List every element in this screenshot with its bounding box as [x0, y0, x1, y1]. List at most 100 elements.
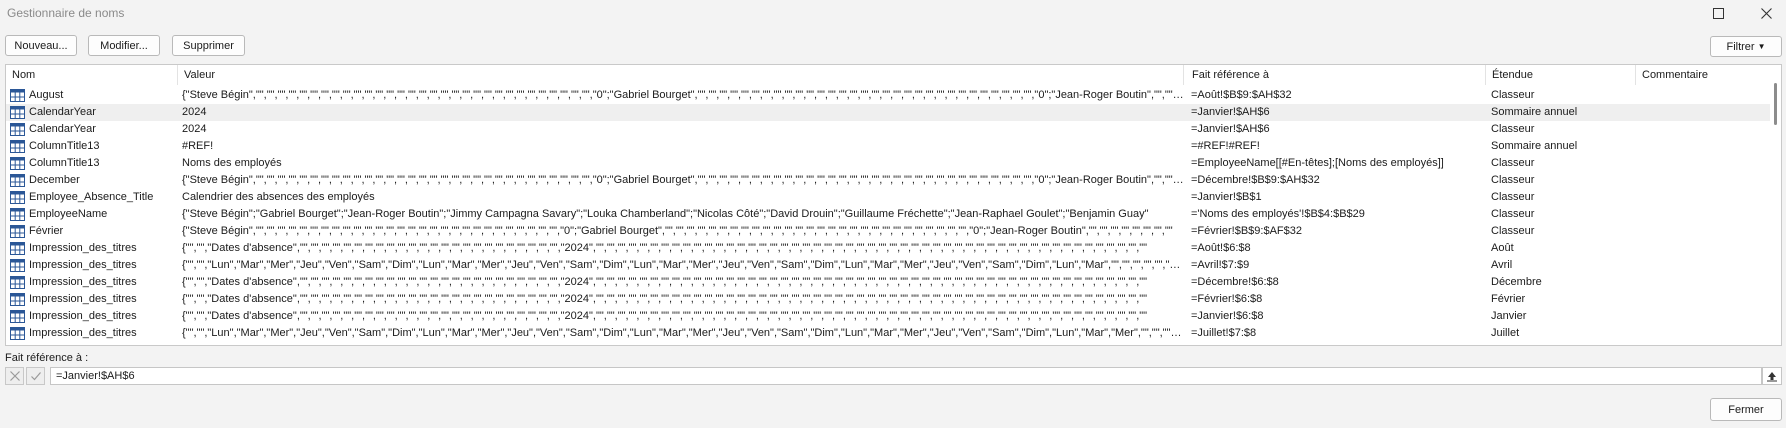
checkmark-icon[interactable] [26, 367, 45, 385]
table-row[interactable]: Impression_des_titres {"","","Dates d'abs… [6, 274, 1770, 291]
refers-to-cell: =Avril!$7:$9 [1191, 259, 1250, 271]
table-row[interactable]: ColumnTitle13 #REF! =#REF!#REF! Sommaire an… [6, 138, 1770, 155]
refers-to-cell: =EmployeeName[[#En-têtes];[Noms des empl… [1191, 157, 1444, 169]
caret-down-icon: ▼ [1757, 42, 1766, 51]
table-row[interactable]: Impression_des_titres {"","","Dates d'abs… [6, 240, 1770, 257]
names-list[interactable]: Nom Valeur Fait référence à Étendue Comm… [5, 64, 1782, 346]
table-row[interactable]: CalendarYear 2024 =Janvier!$AH$6 Classeur [6, 121, 1770, 138]
edit-button[interactable]: Modifier... [88, 35, 160, 56]
comment-cell [1642, 138, 1770, 155]
table-grid-icon [10, 191, 25, 204]
table-row[interactable]: Impression_des_titres {"","","Dates d'abs… [6, 291, 1770, 308]
table-grid-icon [10, 276, 25, 289]
comment-cell [1642, 257, 1770, 274]
name-cell: Employee_Absence_Title [29, 191, 154, 203]
value-cell: Calendrier des absences des employés [182, 191, 375, 203]
table-row[interactable]: December {"Steve Bégin","","","","","",""… [6, 172, 1770, 189]
value-cell: {"","","Dates d'absence","","","","","",… [182, 293, 1148, 305]
refers-to-cell: =Janvier!$AH$6 [1191, 106, 1270, 118]
comment-cell [1642, 172, 1770, 189]
new-button[interactable]: Nouveau... [5, 35, 77, 56]
scope-cell: Classeur [1491, 157, 1535, 169]
comment-cell [1642, 121, 1770, 138]
name-cell: December [29, 174, 80, 186]
refers-to-cell: =Décembre!$6:$8 [1191, 276, 1279, 288]
comment-cell [1642, 189, 1770, 206]
refers-to-cell: =Février!$B$9:$AF$32 [1191, 225, 1302, 237]
table-row[interactable]: EmployeeName {"Steve Bégin";"Gabriel Bour… [6, 206, 1770, 223]
refers-to-input[interactable] [50, 367, 1762, 385]
table-grid-icon [10, 225, 25, 238]
name-cell: CalendarYear [29, 106, 96, 118]
table-row[interactable]: ColumnTitle13 Noms des employés =EmployeeN… [6, 155, 1770, 172]
value-cell: {"Steve Bégin","","","","","","","","","… [182, 225, 1173, 237]
refers-to-cell: =Janvier!$AH$6 [1191, 123, 1270, 135]
table-grid-icon [10, 140, 25, 153]
filter-button[interactable]: Filtrer ▼ [1710, 36, 1782, 57]
close-button[interactable]: Fermer [1710, 398, 1782, 421]
comment-cell [1642, 240, 1770, 257]
value-cell: {"","","Dates d'absence","","","","","",… [182, 242, 1148, 254]
cancel-x-icon[interactable] [5, 367, 24, 385]
column-header-scope[interactable]: Étendue [1486, 65, 1636, 85]
value-cell: Noms des employés [182, 157, 282, 169]
name-cell: Impression_des_titres [29, 327, 137, 339]
refers-to-cell: =Août!$6:$8 [1191, 242, 1251, 254]
refers-to-cell: ='Noms des employés'!$B$4:$B$29 [1191, 208, 1365, 220]
table-grid-icon [10, 242, 25, 255]
window-title: Gestionnaire de noms [7, 6, 125, 20]
list-rows: August {"Steve Bégin","","","","","","","… [6, 87, 1770, 342]
table-row[interactable]: August {"Steve Bégin","","","","","","","… [6, 87, 1770, 104]
value-cell: {"","","Dates d'absence","","","","","",… [182, 276, 1148, 288]
refers-to-cell: =#REF!#REF! [1191, 140, 1260, 152]
table-row[interactable]: Impression_des_titres {"","","Dates d'abs… [6, 308, 1770, 325]
refers-to-cell: =Février!$6:$8 [1191, 293, 1263, 305]
vertical-scrollbar[interactable] [1771, 73, 1779, 343]
scope-cell: Sommaire annuel [1491, 106, 1578, 118]
name-cell: EmployeeName [29, 208, 108, 220]
column-header-value[interactable]: Valeur [178, 65, 1184, 85]
scope-cell: Janvier [1491, 310, 1527, 322]
refers-to-label: Fait référence à : [5, 352, 89, 364]
table-row[interactable]: Impression_des_titres {"","","Lun","Mar",… [6, 257, 1770, 274]
name-cell: Impression_des_titres [29, 293, 137, 305]
table-row[interactable]: CalendarYear 2024 =Janvier!$AH$6 Sommaire a… [6, 104, 1770, 121]
close-icon[interactable] [1754, 3, 1778, 23]
name-cell: Impression_des_titres [29, 310, 137, 322]
scrollbar-thumb[interactable] [1774, 83, 1777, 125]
refers-to-cell: =Juillet!$7:$8 [1191, 327, 1257, 339]
table-grid-icon [10, 293, 25, 306]
column-header-refers-to[interactable]: Fait référence à [1186, 65, 1486, 85]
maximize-icon[interactable] [1706, 3, 1730, 23]
name-cell: Impression_des_titres [29, 259, 137, 271]
list-header: Nom Valeur Fait référence à Étendue Comm… [6, 65, 1781, 85]
scope-cell: Février [1491, 293, 1526, 305]
comment-cell [1642, 223, 1770, 240]
collapse-arrow-icon[interactable] [1762, 367, 1782, 385]
comment-cell [1642, 104, 1770, 121]
scope-cell: Décembre [1491, 276, 1542, 288]
delete-button[interactable]: Supprimer [172, 35, 245, 56]
scope-cell: Classeur [1491, 191, 1535, 203]
column-header-name[interactable]: Nom [6, 65, 178, 85]
name-cell: Impression_des_titres [29, 242, 137, 254]
table-grid-icon [10, 327, 25, 340]
name-cell: August [29, 89, 64, 101]
comment-cell [1642, 274, 1770, 291]
refers-to-cell: =Décembre!$B$9:$AH$32 [1191, 174, 1320, 186]
table-grid-icon [10, 89, 25, 102]
table-grid-icon [10, 106, 25, 119]
comment-cell [1642, 87, 1770, 104]
name-cell: ColumnTitle13 [29, 157, 100, 169]
table-row[interactable]: Février {"Steve Bégin","","","","","","",… [6, 223, 1770, 240]
table-row[interactable]: Impression_des_titres {"","","Lun","Mar",… [6, 325, 1770, 342]
comment-cell [1642, 155, 1770, 172]
scope-cell: Sommaire annuel [1491, 140, 1578, 152]
scope-cell: Avril [1491, 259, 1513, 271]
comment-cell [1642, 291, 1770, 308]
table-row[interactable]: Employee_Absence_Title Calendrier des abs… [6, 189, 1770, 206]
value-cell: #REF! [182, 140, 214, 152]
comment-cell [1642, 308, 1770, 325]
scope-cell: Classeur [1491, 174, 1535, 186]
column-header-comment[interactable]: Commentaire [1636, 65, 1766, 85]
